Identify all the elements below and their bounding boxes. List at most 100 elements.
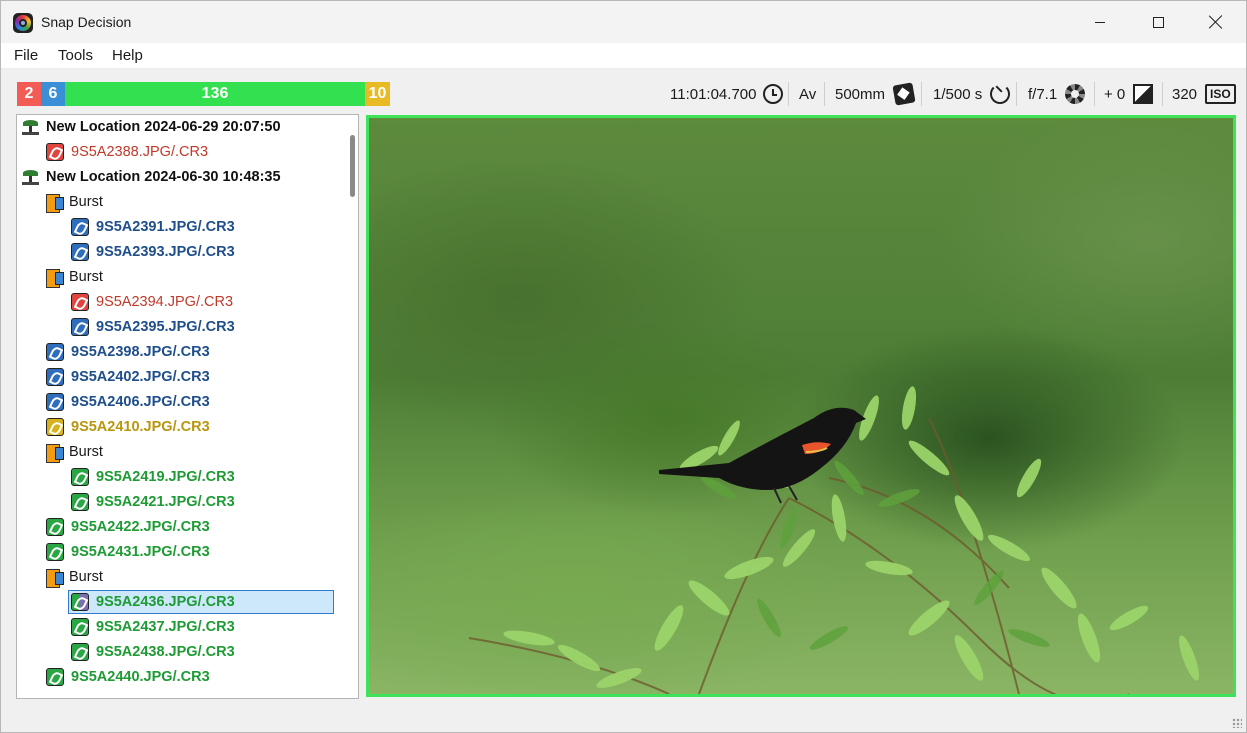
photo-file-icon [71, 318, 89, 336]
tree-file-item[interactable]: 9S5A2393.JPG/.CR3 [71, 240, 235, 264]
burst-icon [46, 443, 64, 463]
tree-item-label: 9S5A2436.JPG/.CR3 [96, 594, 235, 610]
aperture-icon [1065, 84, 1086, 104]
tree-file-item[interactable]: 9S5A2406.JPG/.CR3 [46, 390, 210, 414]
capture-time: 11:01:04.700 [670, 85, 757, 103]
rejected-count: 2 [17, 82, 41, 106]
photo-file-icon [71, 218, 89, 236]
burst-icon [46, 193, 64, 213]
divider [788, 82, 789, 106]
tree-item-label: New Location 2024-06-29 20:07:50 [46, 119, 281, 135]
tree-scrollbar[interactable] [346, 115, 358, 698]
yellow-count: 10 [365, 82, 390, 106]
burst-icon [46, 268, 64, 288]
tree-file-item[interactable]: 9S5A2431.JPG/.CR3 [46, 540, 210, 564]
menu-help[interactable]: Help [112, 47, 143, 64]
photo-file-icon [46, 668, 64, 686]
tree-file-item[interactable]: 9S5A2421.JPG/.CR3 [71, 490, 235, 514]
tree-item-label: 9S5A2419.JPG/.CR3 [96, 469, 235, 485]
tree-file-item[interactable]: 9S5A2398.JPG/.CR3 [46, 340, 210, 364]
photo-file-icon [71, 243, 89, 261]
tree-file-item[interactable]: 9S5A2436.JPG/.CR3 [68, 590, 334, 614]
menu-bar: File Tools Help [1, 43, 1246, 69]
tree-location-node[interactable]: New Location 2024-06-30 10:48:35 [22, 165, 281, 189]
photo-file-icon [46, 393, 64, 411]
close-button[interactable] [1187, 1, 1245, 43]
clock-icon [763, 84, 784, 104]
tree-file-item[interactable]: 9S5A2422.JPG/.CR3 [46, 515, 210, 539]
photo-file-icon [71, 468, 89, 486]
tree-file-item[interactable]: 9S5A2388.JPG/.CR3 [46, 140, 208, 164]
photo-file-icon [46, 368, 64, 386]
tree-file-item[interactable]: 9S5A2395.JPG/.CR3 [71, 315, 235, 339]
menu-tools[interactable]: Tools [58, 47, 93, 64]
exif-iso: 320 ISO [1172, 81, 1236, 107]
tree-file-item[interactable]: 9S5A2391.JPG/.CR3 [71, 215, 235, 239]
exif-focal-length: 500mm [835, 81, 916, 107]
exif-time: 11:01:04.700 [670, 81, 784, 107]
photo-file-icon [46, 343, 64, 361]
iso-icon: ISO [1205, 84, 1236, 104]
lens-icon [892, 82, 916, 106]
tree-item-label: 9S5A2440.JPG/.CR3 [71, 669, 210, 685]
tree-item-label: New Location 2024-06-30 10:48:35 [46, 169, 281, 185]
tree-item-label: Burst [69, 269, 103, 285]
maximize-button[interactable] [1129, 1, 1187, 43]
tree-file-item[interactable]: 9S5A2438.JPG/.CR3 [71, 640, 235, 664]
tree-burst-node[interactable]: Burst [46, 190, 103, 214]
burst-icon [46, 568, 64, 588]
tree-burst-node[interactable]: Burst [46, 440, 103, 464]
tree-file-item[interactable]: 9S5A2440.JPG/.CR3 [46, 665, 210, 689]
bird-on-willow-image [468, 386, 1199, 694]
tree-file-item[interactable]: 9S5A2437.JPG/.CR3 [71, 615, 235, 639]
scrollbar-thumb[interactable] [350, 135, 355, 197]
menu-file[interactable]: File [14, 47, 38, 64]
tree-item-label: 9S5A2438.JPG/.CR3 [96, 644, 235, 660]
tree-item-label: 9S5A2395.JPG/.CR3 [96, 319, 235, 335]
photo-file-icon [71, 643, 89, 661]
divider [1162, 82, 1163, 106]
blue-count: 6 [41, 82, 65, 106]
tree-item-label: Burst [69, 444, 103, 460]
shooting-mode: Av [799, 85, 817, 103]
minimize-icon [1095, 21, 1105, 23]
divider [921, 82, 922, 106]
tree-item-label: Burst [69, 194, 103, 210]
divider [824, 82, 825, 106]
photo-file-icon [46, 518, 64, 536]
exif-exposure-comp: + 0 [1104, 81, 1154, 107]
iso-value: 320 [1172, 85, 1198, 103]
location-icon [22, 119, 39, 135]
tree-burst-node[interactable]: Burst [46, 565, 103, 589]
photo-tree-view[interactable]: New Location 2024-06-29 20:07:50 9S5A2388… [16, 114, 359, 699]
tree-location-node[interactable]: New Location 2024-06-29 20:07:50 [22, 115, 281, 139]
tree-item-label: Burst [69, 569, 103, 585]
shutter-speed: 1/500 s [933, 85, 983, 103]
tree-item-label: 9S5A2437.JPG/.CR3 [96, 619, 235, 635]
photo-file-icon [46, 143, 64, 161]
tree-item-label: 9S5A2388.JPG/.CR3 [71, 144, 209, 160]
window-title: Snap Decision [41, 14, 132, 30]
exposure-compensation-icon [1133, 84, 1154, 104]
photo-file-icon [46, 543, 64, 561]
tree-file-item[interactable]: 9S5A2402.JPG/.CR3 [46, 365, 210, 389]
tree-file-item[interactable]: 9S5A2419.JPG/.CR3 [71, 465, 235, 489]
exposure-compensation: + 0 [1104, 85, 1126, 103]
location-icon [22, 169, 39, 185]
tree-file-item[interactable]: 9S5A2394.JPG/.CR3 [71, 290, 233, 314]
minimize-button[interactable] [1071, 1, 1129, 43]
title-bar: Snap Decision [1, 1, 1246, 43]
green-count: 136 [65, 82, 365, 106]
photo-file-icon [71, 493, 89, 511]
exif-mode: Av [799, 81, 816, 107]
photo-file-icon [46, 418, 64, 436]
aperture-value: f/7.1 [1028, 85, 1058, 103]
tree-item-label: 9S5A2394.JPG/.CR3 [96, 294, 234, 310]
tree-item-label: 9S5A2393.JPG/.CR3 [96, 244, 235, 260]
resize-grip-icon[interactable] [1232, 718, 1242, 728]
tree-burst-node[interactable]: Burst [46, 265, 103, 289]
tree-file-item[interactable]: 9S5A2410.JPG/.CR3 [46, 415, 210, 439]
app-logo-icon [13, 13, 33, 33]
classification-counts-bar: 2 6 136 10 [17, 82, 390, 106]
close-icon [1209, 15, 1223, 29]
